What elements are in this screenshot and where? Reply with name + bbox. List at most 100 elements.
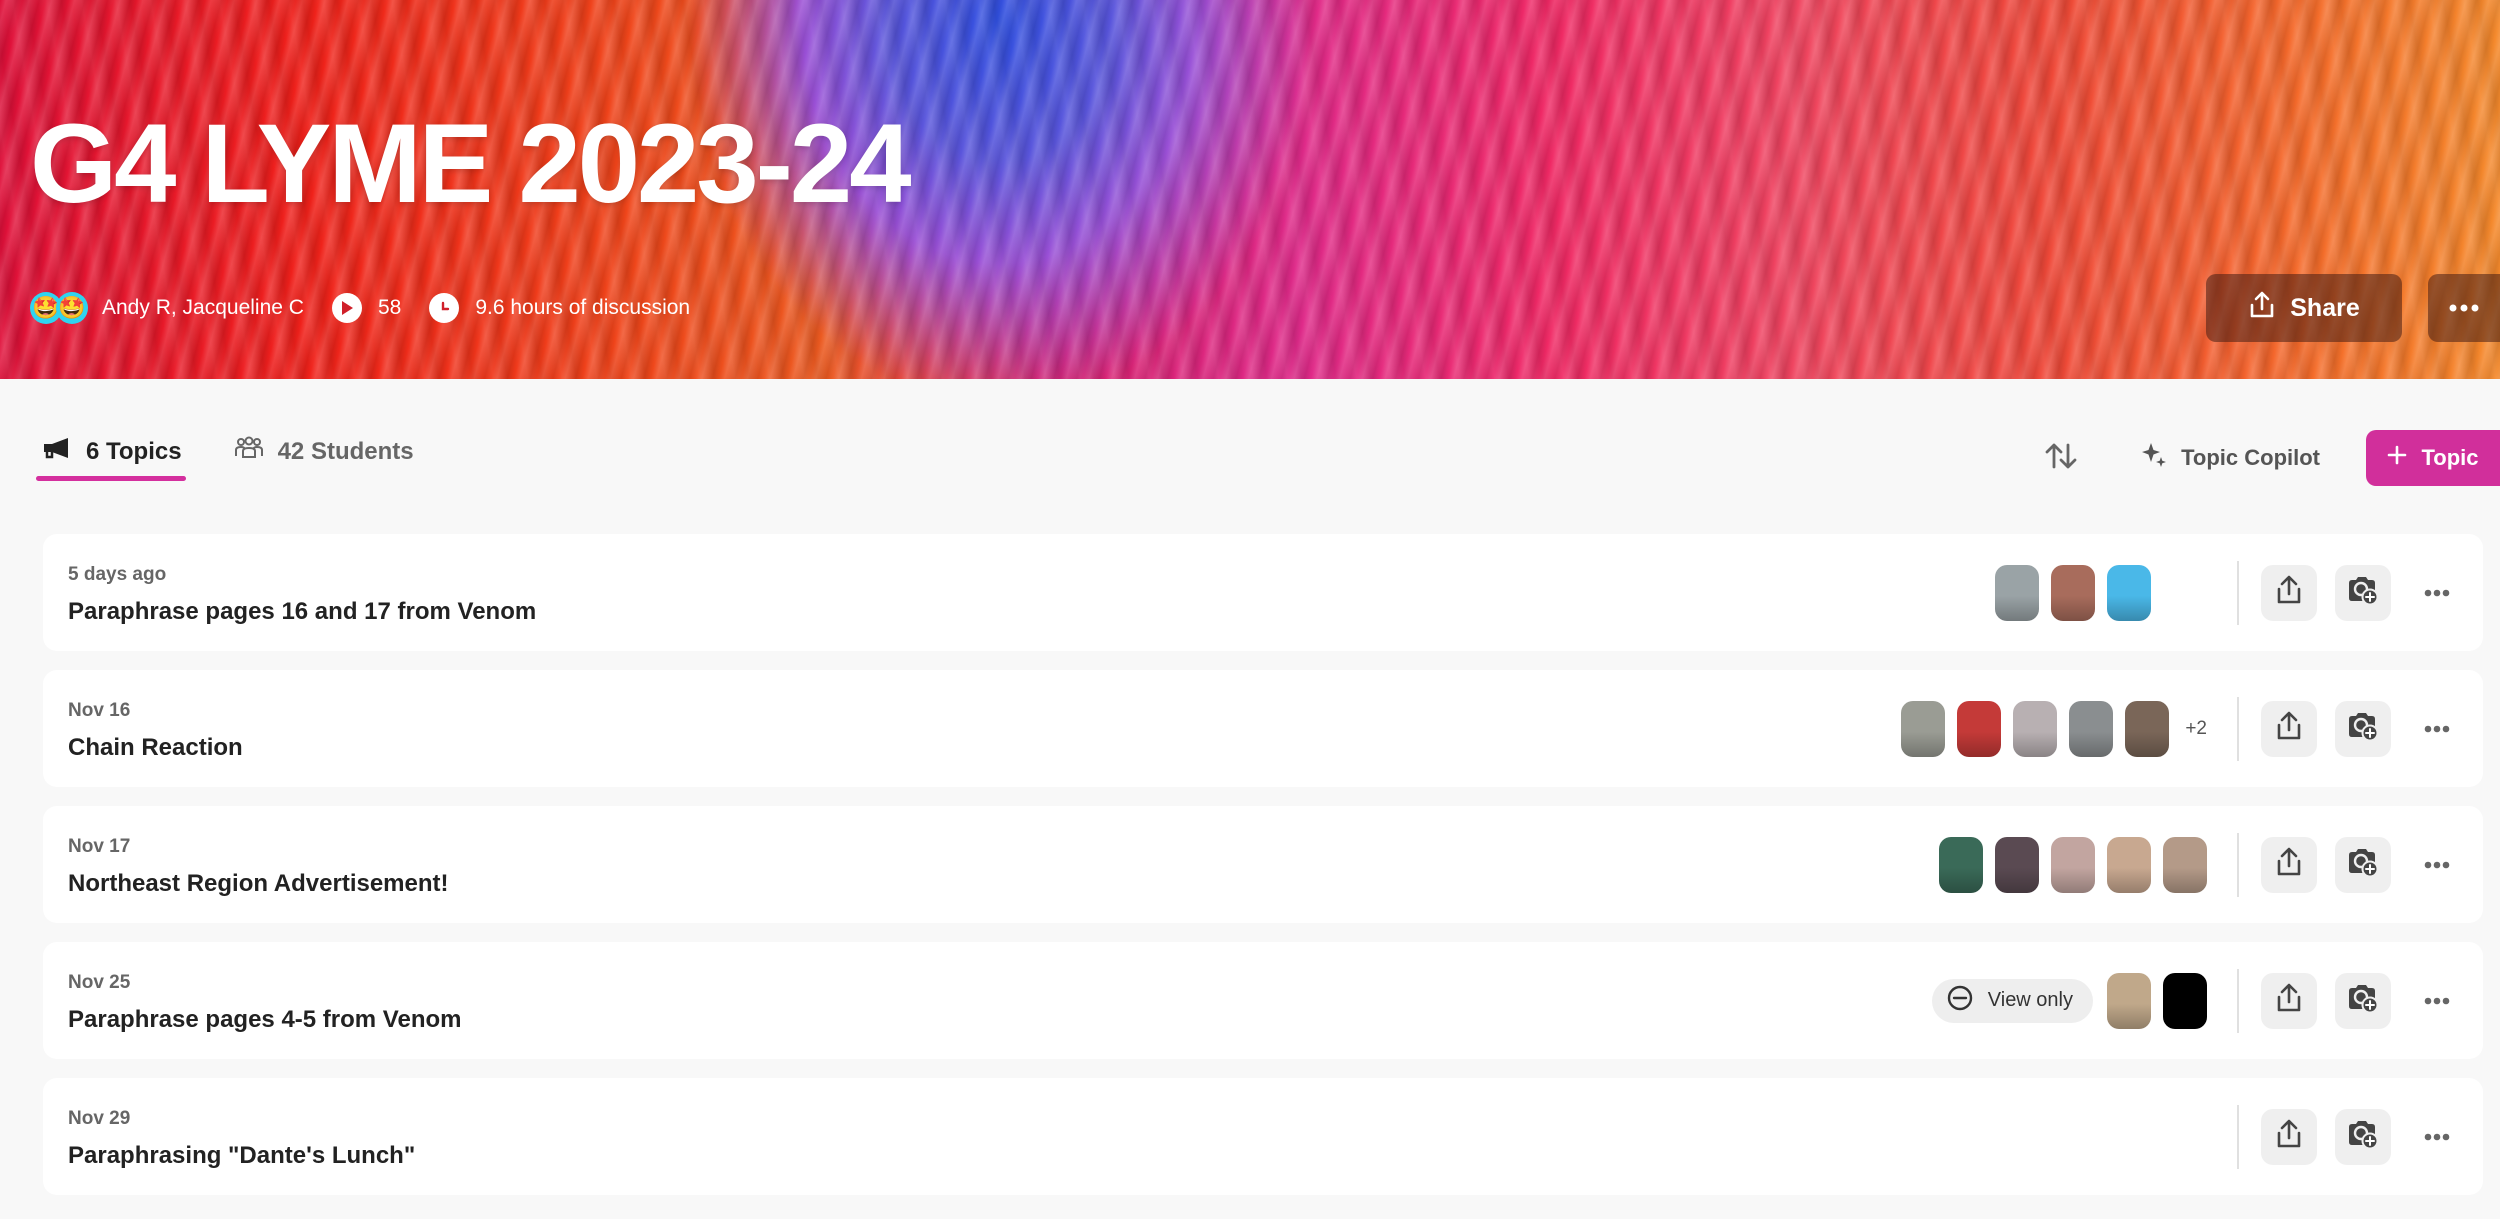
response-thumbnails — [1939, 836, 2207, 893]
tab-topics-label: 6 Topics — [86, 437, 182, 465]
share-topic-button[interactable] — [2261, 972, 2317, 1029]
more-horizontal-icon — [2424, 1128, 2450, 1146]
response-thumbnail[interactable] — [1901, 700, 1946, 757]
response-thumbnail[interactable] — [2107, 972, 2151, 1029]
topic-copilot-label: Topic Copilot — [2181, 445, 2320, 470]
topic-more-button[interactable] — [2409, 837, 2465, 893]
camera-plus-icon — [2346, 982, 2380, 1019]
share-icon — [2274, 846, 2304, 883]
topic-title[interactable]: Northeast Region Advertisement! — [68, 870, 449, 898]
tab-topics[interactable]: 6 Topics — [36, 436, 186, 481]
camera-plus-icon — [2346, 710, 2380, 747]
response-thumbnails — [1995, 564, 2207, 621]
view-only-badge[interactable]: View only — [1931, 978, 2093, 1023]
tab-students[interactable]: 42 Students — [228, 436, 418, 481]
record-response-button[interactable] — [2335, 972, 2391, 1029]
share-topic-button[interactable] — [2261, 564, 2317, 621]
record-response-button[interactable] — [2335, 1108, 2391, 1165]
divider — [2237, 832, 2239, 897]
topic-more-button[interactable] — [2409, 973, 2465, 1029]
response-thumbnails: +2 — [1901, 700, 2207, 757]
more-horizontal-icon — [2424, 992, 2450, 1010]
topic-actions: View only — [1931, 942, 2483, 1059]
response-thumbnail[interactable] — [2069, 700, 2114, 757]
share-icon — [2274, 1118, 2304, 1155]
topic-title[interactable]: Paraphrasing "Dante's Lunch" — [68, 1142, 415, 1170]
group-title: G4 LYME 2023-24 — [30, 101, 912, 226]
clock-icon — [429, 293, 460, 323]
response-thumbnails — [2107, 972, 2207, 1029]
play-icon — [331, 293, 362, 323]
thumbnail-placeholder — [2163, 565, 2207, 621]
topic-title[interactable]: Chain Reaction — [68, 734, 243, 762]
camera-plus-icon — [2346, 846, 2380, 883]
response-thumbnail[interactable] — [2013, 700, 2058, 757]
share-topic-button[interactable] — [2261, 1108, 2317, 1165]
response-thumbnail[interactable] — [2125, 700, 2170, 757]
view-only-label: View only — [1987, 989, 2073, 1011]
group-tabs: 6 Topics 42 Students — [36, 436, 418, 481]
response-thumbnail[interactable] — [2163, 972, 2207, 1029]
more-horizontal-icon — [2424, 720, 2450, 738]
discussion-duration: 9.6 hours of discussion — [475, 296, 691, 319]
topic-date: Nov 29 — [68, 1108, 131, 1129]
add-topic-label: Topic — [2421, 445, 2479, 470]
topic-copilot-button[interactable]: Topic Copilot — [2141, 442, 2320, 474]
response-thumbnail[interactable] — [2163, 836, 2207, 893]
response-thumbnail[interactable] — [1995, 564, 2039, 621]
share-icon — [2274, 982, 2304, 1019]
share-topic-button[interactable] — [2261, 700, 2317, 757]
divider — [2237, 968, 2239, 1033]
group-more-button[interactable] — [2428, 274, 2500, 342]
topic-actions — [2237, 1078, 2483, 1195]
response-thumbnail[interactable] — [1995, 836, 2039, 893]
share-icon — [2274, 574, 2304, 611]
record-response-button[interactable] — [2335, 700, 2391, 757]
topic-more-button[interactable] — [2409, 1109, 2465, 1165]
share-icon — [2274, 710, 2304, 747]
topic-card[interactable]: Nov 25 Paraphrase pages 4-5 from Venom V… — [43, 942, 2483, 1059]
topic-actions — [1995, 534, 2483, 651]
response-thumbnail[interactable] — [1939, 836, 1983, 893]
sort-button[interactable] — [2031, 430, 2091, 486]
topic-date: Nov 17 — [68, 836, 131, 857]
topic-card[interactable]: Nov 16 Chain Reaction +2 — [43, 670, 2483, 787]
response-thumbnail[interactable] — [2051, 564, 2095, 621]
group-meta: 🤩 🤩 Andy R, Jacqueline C 58 9.6 hours of… — [30, 290, 690, 326]
owner-avatars[interactable]: 🤩 🤩 — [30, 292, 88, 324]
divider — [2237, 696, 2239, 761]
record-response-button[interactable] — [2335, 564, 2391, 621]
minus-circle-icon — [1946, 984, 1974, 1018]
topic-card[interactable]: Nov 29 Paraphrasing "Dante's Lunch" — [43, 1078, 2483, 1195]
topic-title[interactable]: Paraphrase pages 16 and 17 from Venom — [68, 598, 536, 626]
topic-actions: +2 — [1901, 670, 2483, 787]
topic-more-button[interactable] — [2409, 701, 2465, 757]
videos-count: 58 — [377, 296, 402, 319]
share-topic-button[interactable] — [2261, 836, 2317, 893]
divider — [2237, 1104, 2239, 1169]
response-thumbnail[interactable] — [2107, 836, 2151, 893]
response-thumbnail[interactable] — [2107, 564, 2151, 621]
response-thumbnail[interactable] — [2051, 836, 2095, 893]
share-button[interactable]: Share — [2206, 274, 2402, 342]
response-thumbnail[interactable] — [1957, 700, 2002, 757]
group-banner: G4 LYME 2023-24 🤩 🤩 Andy R, Jacqueline C… — [0, 0, 2500, 379]
topic-card[interactable]: Nov 17 Northeast Region Advertisement! — [43, 806, 2483, 923]
topic-card[interactable]: 5 days ago Paraphrase pages 16 and 17 fr… — [43, 534, 2483, 651]
topic-title[interactable]: Paraphrase pages 4-5 from Venom — [68, 1006, 462, 1034]
topic-actions — [1939, 806, 2483, 923]
plus-icon — [2387, 445, 2407, 471]
topic-toolbar: Topic Copilot Topic — [2031, 430, 2500, 486]
share-icon — [2248, 290, 2276, 327]
record-response-button[interactable] — [2335, 836, 2391, 893]
star-struck-emoji-avatar: 🤩 — [56, 292, 88, 324]
topic-date: Nov 16 — [68, 700, 131, 721]
more-responses-count[interactable]: +2 — [2185, 718, 2207, 740]
add-topic-button[interactable]: Topic — [2366, 430, 2500, 486]
more-horizontal-icon — [2449, 299, 2479, 317]
share-label: Share — [2290, 293, 2360, 322]
divider — [2237, 560, 2239, 625]
topic-list: 5 days ago Paraphrase pages 16 and 17 fr… — [43, 534, 2483, 1214]
camera-plus-icon — [2346, 1118, 2380, 1155]
topic-more-button[interactable] — [2409, 565, 2465, 621]
